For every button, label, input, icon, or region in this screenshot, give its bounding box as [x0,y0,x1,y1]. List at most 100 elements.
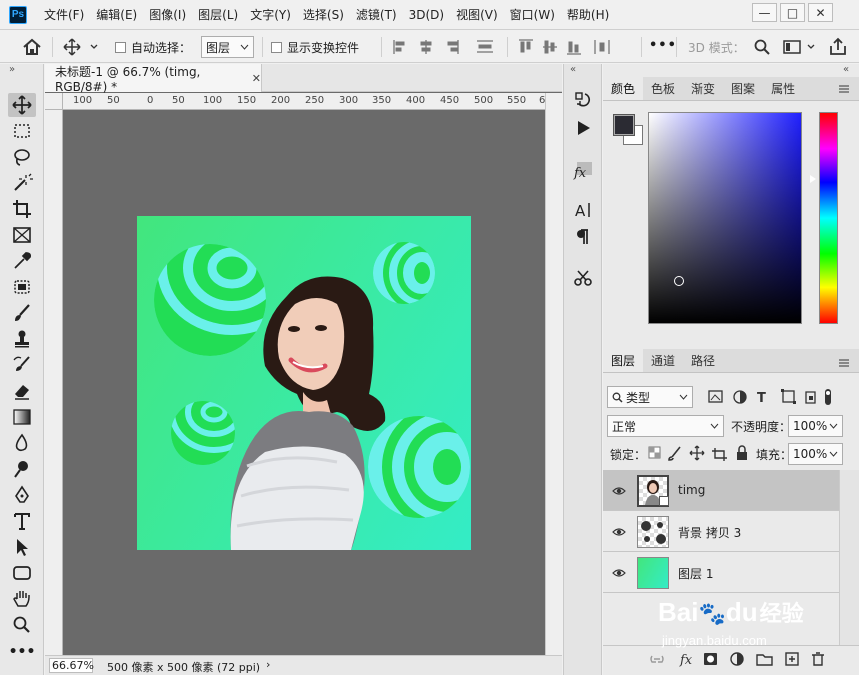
close-tab-icon[interactable]: ✕ [252,72,261,85]
blend-mode-dropdown[interactable]: 正常 [607,415,724,437]
history-brush-tool[interactable] [8,353,36,377]
auto-select-checkbox[interactable] [115,42,126,53]
document-tab[interactable]: 未标题-1 @ 66.7% (timg, RGB/8#) * ✕ [45,64,262,94]
vertical-scrollbar[interactable] [545,93,562,655]
menu-view[interactable]: 视图(V) [450,0,504,30]
layer-row[interactable]: 背景 拷贝 3 [603,511,839,552]
layer-row[interactable]: 图层 1 [603,552,839,593]
rectangle-tool[interactable] [8,561,36,585]
auto-select-target-dropdown[interactable]: 图层 [201,36,254,58]
brush-tool[interactable] [8,301,36,325]
paw-icon: 🐾 [698,601,726,626]
menu-window[interactable]: 窗口(W) [504,0,561,30]
layer-actions-icons: fx [650,650,830,668]
menu-type[interactable]: 文字(Y) [244,0,297,30]
visibility-eye-icon[interactable] [612,525,626,539]
foreground-color-swatch[interactable] [613,114,635,136]
magic-wand-icon [14,173,33,191]
move-tool[interactable] [8,93,36,117]
history-brush-icon [13,356,30,371]
collapse-chevron-icon[interactable]: « [843,64,849,75]
visibility-eye-icon[interactable] [612,484,626,498]
marquee-tool[interactable] [8,119,36,143]
type-icon [14,513,30,530]
share-icon[interactable] [828,37,848,57]
color-field-picker[interactable] [648,112,802,324]
menu-file[interactable]: 文件(F) [38,0,90,30]
separator [52,37,53,57]
history-icon [574,92,590,107]
document-canvas[interactable] [137,216,471,550]
tab-patterns[interactable]: 图案 [723,77,763,100]
show-transform-label: 显示变换控件 [287,41,360,55]
lasso-tool[interactable] [8,145,36,169]
menu-edit[interactable]: 编辑(E) [90,0,143,30]
blur-tool[interactable] [8,431,36,455]
panel-menu-icon[interactable] [838,83,850,93]
chevron-down-icon [829,451,838,457]
gradient-tool[interactable] [8,405,36,429]
scissors-icon [573,270,592,286]
layer-row[interactable]: timg [603,470,839,511]
show-transform-checkbox[interactable] [271,42,282,53]
visibility-eye-icon[interactable] [612,566,626,580]
minimize-button[interactable]: — [752,3,777,22]
menu-layer[interactable]: 图层(L) [192,0,244,30]
type-tool[interactable] [8,509,36,533]
zoom-level-field[interactable]: 66.67% [49,658,94,673]
panel-menu-icon[interactable] [838,357,850,367]
menu-help[interactable]: 帮助(H) [561,0,615,30]
clone-stamp-tool[interactable] [8,327,36,351]
magic-wand-tool[interactable] [8,171,36,195]
styles-panel-button[interactable]: fx [569,158,596,182]
home-icon[interactable] [21,37,43,57]
layers-scrollbar[interactable] [839,470,859,645]
layer-filter-dropdown[interactable]: 类型 [607,386,693,408]
tab-paths[interactable]: 路径 [683,349,723,372]
character-panel-button[interactable]: A [569,198,596,222]
status-menu-arrow[interactable]: › [266,658,270,671]
more-options-button[interactable]: ••• [649,38,677,53]
opacity-field[interactable]: 100% [788,415,843,437]
tab-layers[interactable]: 图层 [603,349,644,372]
hue-slider[interactable] [819,112,838,324]
dodge-tool[interactable] [8,457,36,481]
close-button[interactable]: ✕ [808,3,833,22]
horizontal-ruler: 100 50 0 50 100 150 200 250 300 350 400 … [63,93,545,110]
crop-tool[interactable] [8,197,36,221]
search-icon[interactable] [753,37,771,57]
history-panel-button[interactable] [569,88,596,112]
collapse-chevron-icon[interactable]: » [9,64,15,75]
frame-tool[interactable] [8,223,36,247]
tool-presets-button[interactable] [569,266,596,290]
paragraph-panel-button[interactable] [569,225,596,249]
restore-button[interactable]: □ [780,3,805,22]
zoom-tool[interactable] [8,613,36,637]
tab-swatches[interactable]: 色板 [643,77,683,100]
eraser-tool[interactable] [8,379,36,403]
lasso-icon [14,149,30,166]
hand-tool[interactable] [8,587,36,611]
menu-filter[interactable]: 滤镜(T) [350,0,403,30]
workspace-icon[interactable] [782,37,818,57]
fill-field[interactable]: 100% [788,443,843,465]
baidu-watermark: Bai🐾du经验 [658,596,804,628]
path-selection-tool[interactable] [8,535,36,559]
healing-brush-tool[interactable] [8,275,36,299]
collapse-chevron-icon[interactable]: « [570,64,576,75]
document-info: 500 像素 x 500 像素 (72 ppi) [107,661,261,674]
tab-color[interactable]: 颜色 [603,77,644,100]
chevron-down-icon [679,394,688,400]
pen-tool[interactable] [8,483,36,507]
tab-channels[interactable]: 通道 [643,349,683,372]
tab-gradients[interactable]: 渐变 [683,77,723,100]
actions-panel-button[interactable] [569,116,596,140]
hue-slider-handle[interactable] [810,175,816,183]
menu-select[interactable]: 选择(S) [297,0,350,30]
menu-3d[interactable]: 3D(D) [403,0,450,30]
more-tools-button[interactable]: ••• [8,640,36,664]
eyedropper-tool[interactable] [8,249,36,273]
tab-properties[interactable]: 属性 [763,77,803,100]
menu-image[interactable]: 图像(I) [143,0,192,30]
move-tool-preset-icon[interactable] [62,37,102,57]
